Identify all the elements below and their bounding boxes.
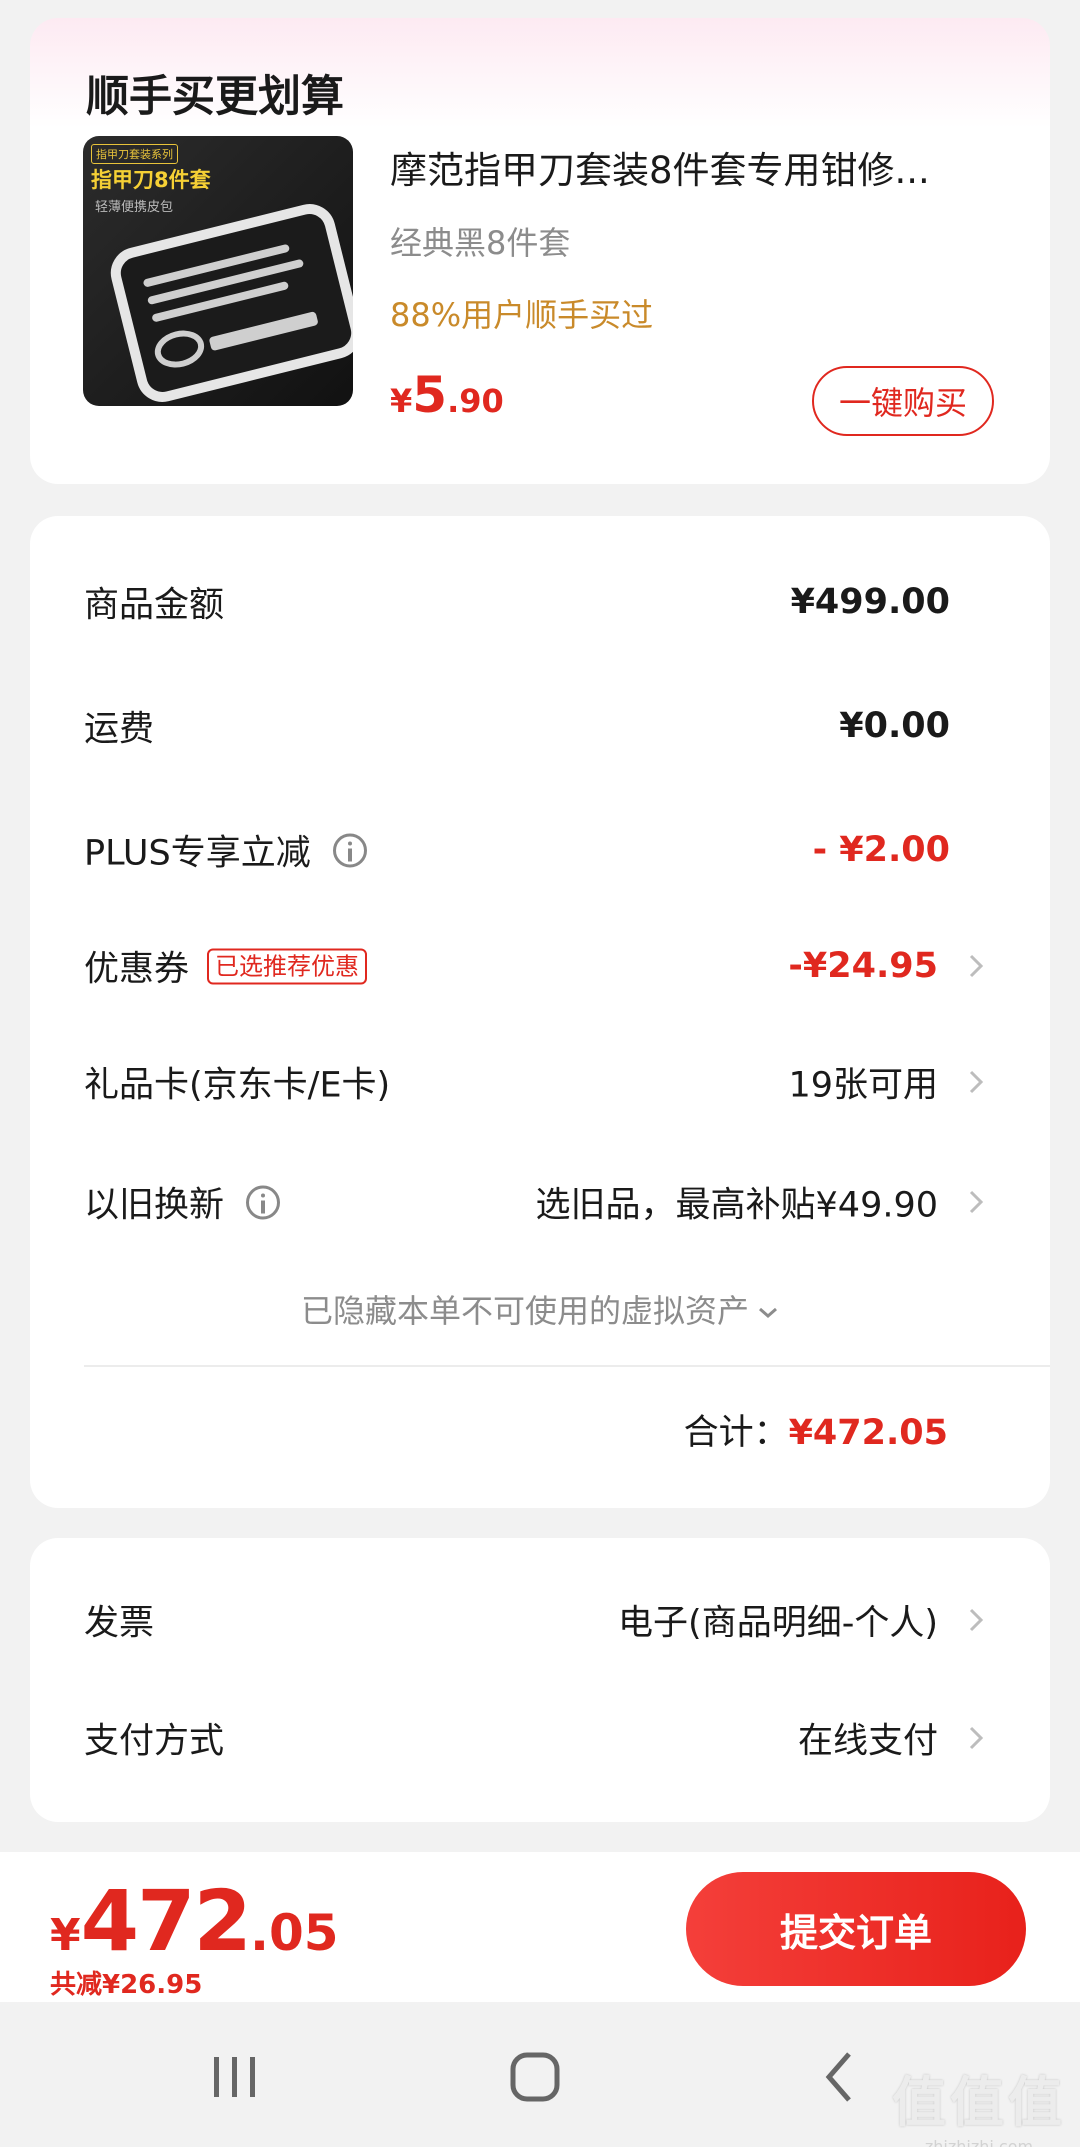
payment-method-value: 在线支付	[797, 1721, 938, 1762]
chevron-right-icon	[969, 1608, 984, 1632]
hidden-assets-text: 已隐藏本单不可使用的虚拟资产	[300, 1292, 749, 1330]
total-row: 合计：¥472.05	[684, 1404, 948, 1455]
row-goods-amount: 商品金额 ¥499.00	[30, 562, 1050, 642]
order-total-price: ¥472.05	[50, 1872, 339, 1970]
chevron-right-icon	[969, 1190, 984, 1214]
row-coupon[interactable]: 优惠券 已选推荐优惠 -¥24.95	[30, 926, 1050, 1006]
goods-amount-value: ¥499.00	[790, 582, 950, 622]
coupon-label-wrap: 优惠券 已选推荐优惠	[84, 941, 368, 992]
product-spec: 经典黑8件套	[390, 224, 571, 262]
info-icon[interactable]	[332, 833, 367, 867]
product-image[interactable]: 指甲刀套装系列 指甲刀8件套 轻薄便携皮包	[83, 136, 353, 406]
plus-discount-label: PLUS专享立减	[84, 833, 311, 874]
row-gift-card[interactable]: 礼品卡(京东卡/E卡) 19张可用	[30, 1042, 1050, 1122]
product-price: ¥5.90	[390, 366, 504, 424]
price-decimal: .90	[447, 382, 504, 420]
purchase-stat: 88%用户顺手买过	[390, 296, 654, 334]
row-shipping: 运费 ¥0.00	[30, 686, 1050, 766]
home-icon[interactable]	[500, 2042, 570, 2112]
trade-in-label-wrap: 以旧换新	[84, 1177, 281, 1228]
one-click-buy-button[interactable]: 一键购买	[812, 366, 994, 436]
cost-card: 商品金额 ¥499.00 运费 ¥0.00 PLUS专享立减 - ¥2.00 优…	[30, 516, 1050, 1508]
chevron-right-icon	[969, 954, 984, 978]
trade-in-value: 选旧品，最高补贴¥49.90	[535, 1185, 938, 1226]
row-payment-method[interactable]: 支付方式 在线支付	[30, 1698, 1050, 1778]
plus-discount-value: - ¥2.00	[812, 830, 950, 870]
hidden-assets-toggle[interactable]: 已隐藏本单不可使用的虚拟资产	[30, 1286, 1050, 1332]
row-trade-in[interactable]: 以旧换新 选旧品，最高补贴¥49.90	[30, 1162, 1050, 1242]
gift-card-label: 礼品卡(京东卡/E卡)	[84, 1065, 391, 1106]
recommend-card: 顺手买更划算 指甲刀套装系列 指甲刀8件套 轻薄便携皮包 摩范指甲刀套装8件套专…	[30, 18, 1050, 484]
row-invoice[interactable]: 发票 电子(商品明细-个人)	[30, 1580, 1050, 1660]
recent-apps-icon[interactable]	[200, 2042, 270, 2112]
shipping-value: ¥0.00	[839, 706, 950, 746]
watermark-url: zhizhizhi.com	[924, 2137, 1034, 2147]
payment-method-label: 支付方式	[84, 1721, 225, 1762]
chevron-right-icon	[969, 1726, 984, 1750]
trade-in-label: 以旧换新	[84, 1185, 225, 1226]
price-integer: 5	[412, 366, 448, 424]
price-integer: 472	[80, 1872, 252, 1970]
coupon-value: -¥24.95	[788, 946, 938, 986]
invoice-value: 电子(商品明细-个人)	[618, 1603, 938, 1644]
total-saved: 共减¥26.95	[50, 1970, 203, 2000]
price-currency: ¥	[390, 382, 413, 420]
price-decimal: .05	[249, 1904, 339, 1962]
divider	[84, 1365, 1050, 1367]
chevron-down-icon	[759, 1307, 777, 1318]
nail-kit-case-illustration	[105, 198, 353, 406]
coupon-badge: 已选推荐优惠	[207, 948, 368, 984]
price-currency: ¥	[50, 1910, 81, 1961]
back-icon[interactable]	[805, 2042, 875, 2112]
image-tag-sub: 轻薄便携皮包	[95, 200, 174, 215]
submit-order-button[interactable]: 提交订单	[686, 1872, 1026, 1986]
chevron-right-icon	[969, 1070, 984, 1094]
recommend-title: 顺手买更划算	[86, 72, 344, 122]
plus-discount-label-wrap: PLUS专享立减	[84, 825, 367, 876]
image-tag-big: 指甲刀8件套	[91, 168, 211, 192]
image-tag-small: 指甲刀套装系列	[91, 144, 178, 164]
checkout-bar: ¥472.05 共减¥26.95 提交订单	[0, 1852, 1080, 2002]
invoice-label: 发票	[84, 1603, 155, 1644]
site-watermark: 值值值 zhizhizhi.com	[892, 2058, 1066, 2147]
product-name[interactable]: 摩范指甲刀套装8件套专用钳修...	[390, 140, 990, 194]
coupon-label: 优惠券	[84, 949, 190, 990]
watermark-logo: 值值值	[892, 2071, 1066, 2134]
goods-amount-label: 商品金额	[84, 585, 225, 626]
row-plus-discount: PLUS专享立减 - ¥2.00	[30, 810, 1050, 890]
shipping-label: 运费	[84, 709, 155, 750]
payment-card: 发票 电子(商品明细-个人) 支付方式 在线支付	[30, 1538, 1050, 1822]
total-value: ¥472.05	[788, 1413, 948, 1453]
total-label: 合计：	[683, 1413, 789, 1453]
info-icon[interactable]	[246, 1185, 281, 1219]
gift-card-value: 19张可用	[788, 1065, 938, 1106]
